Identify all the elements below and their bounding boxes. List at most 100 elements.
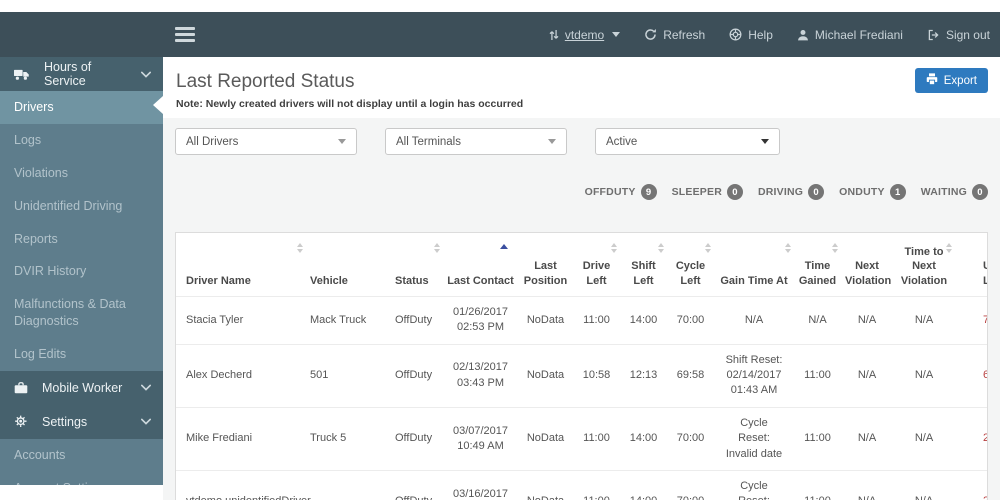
column-header-uncertified_logs: Uncertified Logs [955, 233, 988, 296]
cell-cycle_left: 70:00 [667, 407, 714, 470]
cell-drive_left: 11:00 [573, 407, 620, 470]
badge-count: 9 [641, 184, 657, 200]
column-header-time_to_next_violation[interactable]: Time to Next Violation [893, 233, 955, 296]
badge-onduty: ONDUTY1 [839, 184, 906, 200]
sidebar-item-log-edits[interactable]: Log Edits [0, 338, 163, 371]
sidebar-item-hours-of-service[interactable]: Hours of Service [0, 57, 163, 91]
michael-frediani-menu-item[interactable]: Michael Frediani [797, 28, 903, 42]
badge-count: 1 [890, 184, 906, 200]
column-header-next_violation: Next Violation [841, 233, 893, 296]
page-title: Last Reported Status [176, 71, 355, 93]
chevron-down-icon [141, 418, 151, 425]
cell-status: OffDuty [391, 296, 443, 344]
cell-time_gained: 11:00 [794, 407, 841, 470]
cell-vehicle: 501 [306, 344, 391, 407]
cell-time_gained: 11:00 [794, 471, 841, 500]
cell-last_position: NoData [518, 344, 573, 407]
gears-icon [14, 415, 28, 428]
column-header-gain_time_at[interactable]: Gain Time At [714, 233, 794, 296]
table-body: Stacia TylerMack TruckOffDuty01/26/2017 … [176, 296, 988, 500]
column-header-driver_name[interactable]: Driver Name [176, 233, 306, 296]
cell-next_violation: N/A [841, 407, 893, 470]
cell-last_position: NoData [518, 471, 573, 500]
cell-gain_time_at: Cycle Reset: Invalid date [714, 471, 794, 500]
table-row: Stacia TylerMack TruckOffDuty01/26/2017 … [176, 296, 988, 344]
cell-last_contact: 03/07/2017 10:49 AM [443, 407, 518, 470]
cell-gain_time_at: Shift Reset: 02/14/2017 01:43 AM [714, 344, 794, 407]
chevron-down-icon [612, 32, 620, 37]
account-selector[interactable]: vtdemo [549, 28, 620, 42]
sidebar-item-mobile-worker[interactable]: Mobile Worker [0, 371, 163, 405]
cell-driver_name: Alex Decherd [176, 344, 306, 407]
sidebar-item-malfunctions-data-diagnostics[interactable]: Malfunctions & Data Diagnostics [0, 288, 163, 338]
table-row: Alex Decherd501OffDuty02/13/2017 03:43 P… [176, 344, 988, 407]
account-name: vtdemo [565, 28, 604, 42]
badge-sleeper: SLEEPER0 [672, 184, 743, 200]
sidebar-item-accounts[interactable]: Accounts [0, 439, 163, 472]
sidebar-item-unidentified-driving[interactable]: Unidentified Driving [0, 190, 163, 223]
cell-status: OffDuty [391, 344, 443, 407]
cell-next_violation: N/A [841, 296, 893, 344]
filter-row: All Drivers All Terminals Active [175, 128, 808, 155]
cell-time_to_next_violation: N/A [893, 471, 955, 500]
selected-item-pointer [153, 96, 163, 114]
signout-icon [927, 29, 940, 41]
main-content: Last Reported Status Note: Newly created… [163, 57, 1000, 500]
column-header-drive_left[interactable]: Drive Left [573, 233, 620, 296]
cell-shift_left: 14:00 [620, 296, 667, 344]
table-header-row: Driver NameVehicleStatusLast ContactLast… [176, 233, 988, 296]
cell-vehicle: Truck 5 [306, 407, 391, 470]
column-header-shift_left[interactable]: Shift Left [620, 233, 667, 296]
cell-uncertified_logs: 6 [955, 344, 988, 407]
refresh-menu-item[interactable]: Refresh [644, 28, 705, 42]
cell-vehicle: Mack Truck [306, 296, 391, 344]
user-icon [797, 29, 809, 41]
sort-icon [611, 243, 617, 253]
cell-time_to_next_violation: N/A [893, 344, 955, 407]
help-menu-item[interactable]: Help [729, 28, 773, 42]
sign-out-menu-item[interactable]: Sign out [927, 28, 990, 42]
cell-last_contact: 02/13/2017 03:43 PM [443, 344, 518, 407]
chevron-down-icon [338, 139, 346, 144]
cell-uncertified_logs: 7 [955, 296, 988, 344]
column-header-time_gained[interactable]: Time Gained [794, 233, 841, 296]
sidebar-item-settings[interactable]: Settings [0, 405, 163, 439]
chevron-down-icon [548, 139, 556, 144]
hamburger-menu-icon[interactable] [175, 27, 195, 45]
column-header-last_contact[interactable]: Last Contact [443, 233, 518, 296]
all-drivers-dropdown[interactable]: All Drivers [175, 128, 357, 155]
help-icon [729, 28, 742, 41]
badge-waiting: WAITING0 [921, 184, 988, 200]
cell-time_gained: 11:00 [794, 344, 841, 407]
column-header-last_position: Last Position [518, 233, 573, 296]
cell-last_contact: 01/26/2017 02:53 PM [443, 296, 518, 344]
sidebar-item-violations[interactable]: Violations [0, 157, 163, 190]
sidebar-item-drivers[interactable]: Drivers [0, 91, 163, 124]
column-header-status[interactable]: Status [391, 233, 443, 296]
cell-cycle_left: 70:00 [667, 296, 714, 344]
cell-cycle_left: 69:58 [667, 344, 714, 407]
active-dropdown[interactable]: Active [595, 128, 780, 155]
top-menu: vtdemo Refresh Help Michael Frediani Sign o… [549, 12, 990, 57]
status-badges: OFFDUTY9SLEEPER0DRIVING0ONDUTY1WAITING0 [585, 184, 988, 200]
page-note: Note: Newly created drivers will not dis… [176, 98, 523, 110]
cell-shift_left: 14:00 [620, 471, 667, 500]
all-terminals-dropdown[interactable]: All Terminals [385, 128, 567, 155]
sort-icon [832, 243, 838, 253]
sidebar-item-account-settings[interactable]: Account Settings [0, 472, 163, 485]
sidebar-item-dvir-history[interactable]: DVIR History [0, 255, 163, 288]
badge-offduty: OFFDUTY9 [585, 184, 657, 200]
export-button[interactable]: Export [915, 68, 988, 93]
sort-ascending-icon [500, 244, 508, 249]
cell-vehicle [306, 471, 391, 500]
sidebar-item-reports[interactable]: Reports [0, 223, 163, 256]
cell-drive_left: 11:00 [573, 471, 620, 500]
column-header-cycle_left[interactable]: Cycle Left [667, 233, 714, 296]
cell-time_to_next_violation: N/A [893, 296, 955, 344]
sidebar: Hours of ServiceDriversLogsViolationsUni… [0, 57, 163, 485]
chevron-down-icon [141, 71, 151, 78]
sort-icon [785, 243, 791, 253]
sidebar-item-logs[interactable]: Logs [0, 124, 163, 157]
badge-count: 0 [808, 184, 824, 200]
cell-driver_name: Mike Frediani [176, 407, 306, 470]
